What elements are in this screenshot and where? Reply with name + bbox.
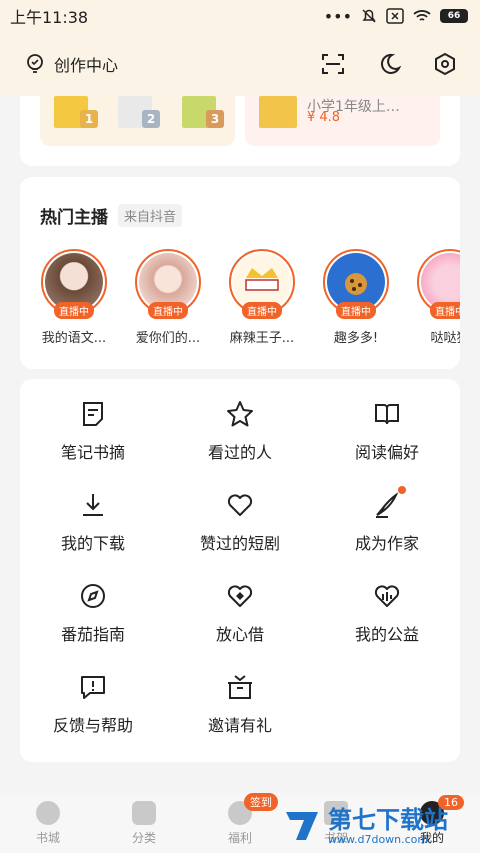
nav-label: 分类 xyxy=(131,831,156,845)
dots-icon: ••• xyxy=(323,6,352,26)
nav-bookstore[interactable]: 书城 xyxy=(0,793,96,853)
heart-diamond-icon xyxy=(225,581,255,611)
menu-downloads[interactable]: 我的下载 xyxy=(20,490,166,580)
hot-hosts-title: 热门主播 xyxy=(40,208,108,228)
host-item[interactable]: 直播中 爱你们的... xyxy=(132,249,204,346)
live-badge: 直播中 xyxy=(430,302,460,319)
note-icon xyxy=(78,399,108,429)
moon-icon[interactable] xyxy=(376,51,402,77)
checkin-badge: 签到 xyxy=(244,793,278,811)
status-icons: ••• 66 xyxy=(324,7,468,26)
source-tag: 来自抖音 xyxy=(118,204,183,227)
compass-icon xyxy=(78,581,108,611)
menu-charity[interactable]: 我的公益 xyxy=(314,581,460,671)
host-item[interactable]: 直播中 哒哒猫 xyxy=(414,249,460,346)
sim-off-icon xyxy=(386,8,404,24)
menu-label: 成为作家 xyxy=(354,534,419,553)
host-name: 趣多多! xyxy=(333,331,379,346)
rank-badge: 3 xyxy=(206,110,224,128)
nav-label: 书城 xyxy=(35,831,60,845)
live-badge: 直播中 xyxy=(336,302,376,319)
host-item[interactable]: 直播中 我的语文... xyxy=(38,249,110,346)
scan-icon[interactable] xyxy=(320,51,346,77)
menu-label: 放心借 xyxy=(215,625,264,644)
watermark-text: 第七下载站 xyxy=(328,805,448,834)
featured-book[interactable]: 小学1年级上… ¥ 4.8 xyxy=(245,96,440,146)
menu-safe-borrow[interactable]: 放心借 xyxy=(167,581,313,671)
download-icon xyxy=(78,490,108,520)
pen-icon xyxy=(372,486,406,520)
menu-label: 番茄指南 xyxy=(60,625,125,644)
menu-label: 反馈与帮助 xyxy=(52,716,133,735)
service-menu-card: 笔记书摘 看过的人 阅读偏好 我的下载 赞过的短剧 成为作家 番茄指南 放心借 … xyxy=(20,379,460,762)
creator-center-button[interactable]: 创作中心 xyxy=(24,52,118,76)
host-name: 我的语文... xyxy=(41,331,107,346)
creator-center-label: 创作中心 xyxy=(54,56,119,75)
status-bar: 上午11:38 ••• 66 xyxy=(0,0,480,32)
rank-badge: 2 xyxy=(142,110,160,128)
host-item[interactable]: 直播中 趣多多! xyxy=(320,249,392,346)
book-cover xyxy=(259,96,297,128)
menu-invite[interactable]: 邀请有礼 xyxy=(167,672,313,762)
nav-category[interactable]: 分类 xyxy=(96,793,192,853)
status-time: 上午11:38 xyxy=(10,8,89,27)
book-ranking-list[interactable]: 1 2 3 xyxy=(40,96,235,146)
host-name: 哒哒猫 xyxy=(430,331,460,346)
menu-label: 看过的人 xyxy=(207,443,272,462)
lightbulb-icon xyxy=(27,54,43,73)
wifi-icon xyxy=(413,10,431,21)
watermark-url: www.d7down.com xyxy=(328,832,429,846)
menu-become-writer[interactable]: 成为作家 xyxy=(314,486,460,580)
menu-label: 赞过的短剧 xyxy=(199,534,280,553)
charity-icon xyxy=(372,581,402,611)
menu-guide[interactable]: 番茄指南 xyxy=(20,581,166,671)
menu-reading-pref[interactable]: 阅读偏好 xyxy=(314,399,460,489)
gift-icon xyxy=(225,672,255,702)
menu-label: 笔记书摘 xyxy=(60,443,125,462)
watermark: 第七下载站 www.d7down.com xyxy=(282,800,478,852)
battery-indicator: 66 xyxy=(440,9,468,23)
nav-label: 福利 xyxy=(227,831,252,845)
host-name: 爱你们的... xyxy=(135,331,201,346)
grid-icon xyxy=(132,801,156,825)
watermark-logo-icon xyxy=(286,812,318,840)
menu-label: 阅读偏好 xyxy=(354,443,419,462)
menu-liked-shorts[interactable]: 赞过的短剧 xyxy=(167,490,313,580)
hot-hosts-card: 热门主播 来自抖音 直播中 我的语文... 直播中 爱你们的... 直播中 麻辣… xyxy=(20,177,460,369)
heart-icon xyxy=(225,490,255,520)
live-badge: 直播中 xyxy=(54,302,94,319)
nav-welfare[interactable]: 签到 福利 xyxy=(192,793,288,853)
rank-badge: 1 xyxy=(80,110,98,128)
settings-icon[interactable] xyxy=(432,51,458,77)
bell-muted-icon xyxy=(362,9,376,23)
menu-notes[interactable]: 笔记书摘 xyxy=(20,399,166,489)
live-badge: 直播中 xyxy=(148,302,188,319)
header: 创作中心 xyxy=(0,32,480,96)
live-badge: 直播中 xyxy=(242,302,282,319)
menu-label: 我的下载 xyxy=(60,534,125,553)
feedback-icon xyxy=(78,672,108,702)
compass-nav-icon xyxy=(36,801,60,825)
star-icon xyxy=(225,399,255,429)
book-ranking-card: 1 2 3 小学1年级上… ¥ 4.8 xyxy=(20,96,460,166)
notification-dot xyxy=(398,486,406,494)
menu-label: 我的公益 xyxy=(354,625,419,644)
book-price: ¥ 4.8 xyxy=(307,110,341,125)
host-item[interactable]: 直播中 麻辣王子... xyxy=(226,249,298,346)
host-name: 麻辣王子... xyxy=(229,331,295,346)
menu-viewers[interactable]: 看过的人 xyxy=(167,399,313,489)
menu-label: 邀请有礼 xyxy=(207,716,272,735)
book-open-icon xyxy=(372,399,402,429)
menu-feedback[interactable]: 反馈与帮助 xyxy=(20,672,166,762)
